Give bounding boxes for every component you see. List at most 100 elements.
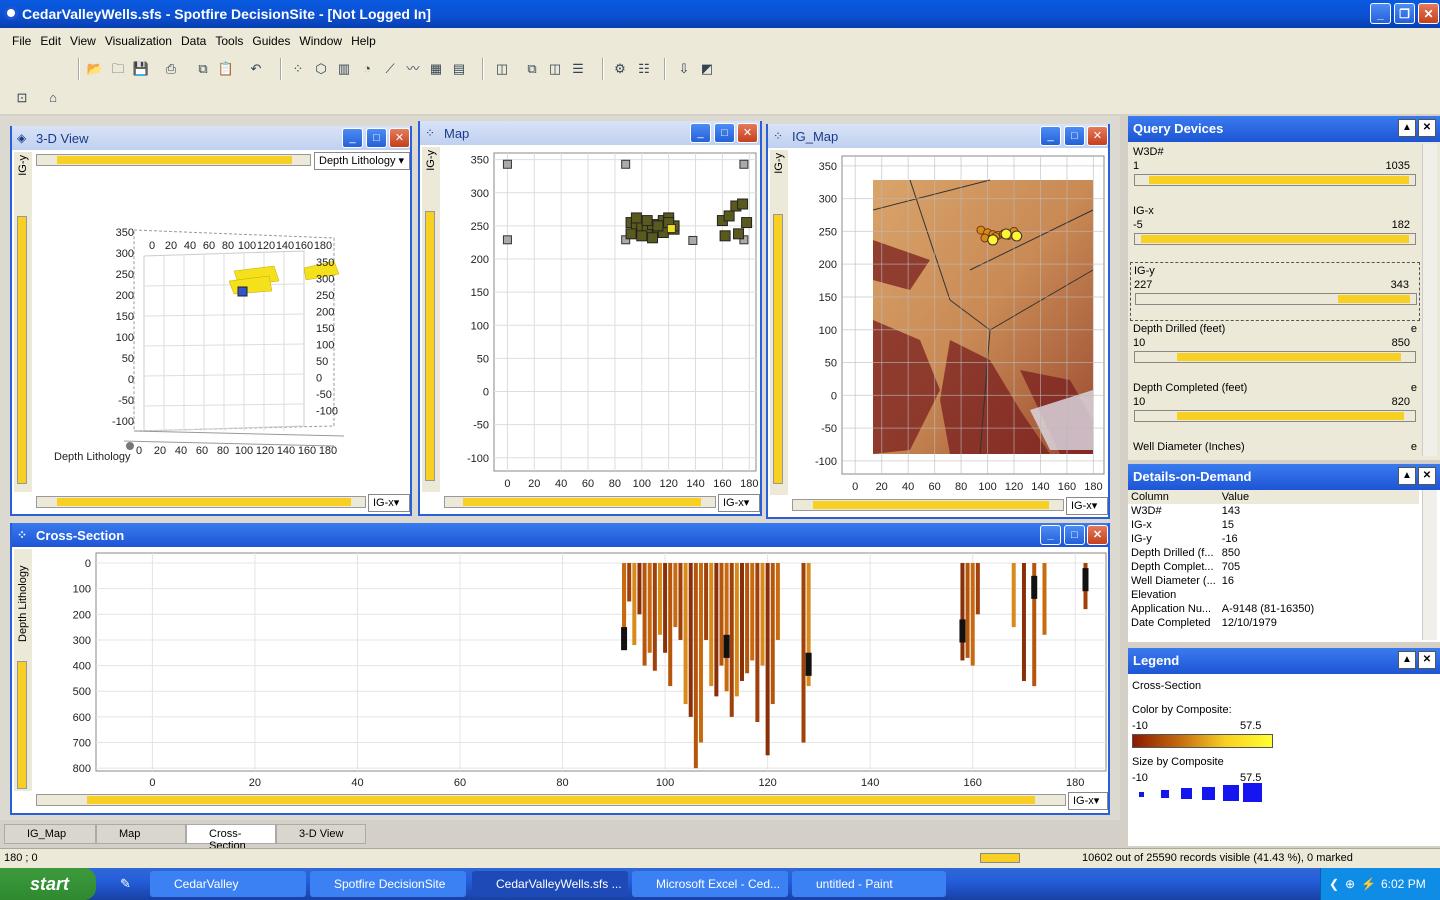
cross-well-column[interactable] [801,563,806,743]
cross-well-column[interactable] [714,563,719,697]
cross-well-column[interactable] [975,563,980,615]
cross-well-column[interactable] [965,563,970,658]
layout-icon[interactable]: ◫ [492,59,512,79]
table-icon[interactable]: ▤ [449,59,469,79]
map-well-point[interactable] [636,230,648,242]
cross-well-column[interactable] [627,563,632,602]
ig-map-x-axis-dropdown[interactable]: IG-x▾ [1066,497,1108,515]
cross-well-column[interactable] [637,563,642,615]
details-close-button[interactable]: ✕ [1418,467,1436,485]
query-range-slider[interactable] [1134,174,1416,186]
guide-icon[interactable]: ⊡ [12,88,32,108]
minimize-button[interactable]: _ [1370,3,1391,24]
3d-rotation-handle[interactable] [126,442,134,450]
cross-well-column[interactable] [775,563,780,640]
tab-ig-map[interactable]: IG_Map [4,824,96,844]
cross-well-column[interactable] [698,563,703,743]
map-well-point[interactable] [502,159,512,169]
home-icon[interactable]: ⌂ [43,88,63,108]
map-plot-area[interactable]: 350 300 250 200 150 100 50 0 -50 -100 0 20 40 60 80 100… [442,147,760,493]
tab-cross-section[interactable]: Cross-Section [186,824,276,852]
cross-well-column[interactable] [745,563,750,674]
tab-map[interactable]: Map [96,824,186,844]
cross-well-column[interactable] [760,563,765,666]
task-cedarvalleywells[interactable]: CedarValleyWells.sfs ... [472,871,628,897]
cross-well-column[interactable] [652,563,657,671]
cross-well-column[interactable] [632,563,637,646]
ig-map-y-axis-label[interactable]: IG-y [770,150,788,177]
task-spotfire[interactable]: Spotfire DecisionSite [310,871,466,897]
cross-well-column[interactable] [642,563,647,666]
scatter-plot-icon[interactable]: ⁘ [288,59,308,79]
open-icon[interactable]: 📂 [85,59,105,79]
details-row[interactable]: Depth Drilled (f... 850 [1128,546,1419,560]
ig-map-maximize-button[interactable]: □ [1064,126,1085,146]
3d-maximize-button[interactable]: □ [366,128,387,148]
map-well-point[interactable] [502,235,512,245]
tab-3d-view[interactable]: 3-D View [276,824,366,844]
details-row[interactable]: Depth Complet... 705 [1128,560,1419,574]
network-icon[interactable]: ⊕ [1345,868,1355,900]
cross-x-axis-dropdown[interactable]: IG-x▾ [1068,792,1108,810]
properties-icon[interactable]: ⚙ [610,59,630,79]
map-close-button[interactable]: ✕ [737,123,758,143]
3d-x-slider[interactable] [36,496,366,508]
cross-y-slider[interactable] [17,661,27,789]
cross-y-axis-label[interactable]: Depth Lithology [14,549,32,645]
tool-icon[interactable]: ◩ [697,59,717,79]
cross-well-column[interactable] [688,563,693,717]
menu-guides[interactable]: Guides [252,34,290,48]
cross-well-column[interactable] [755,563,760,723]
map-well-point[interactable] [630,212,642,224]
map-y-axis-label[interactable]: IG-y [422,147,440,174]
details-row[interactable]: Elevation [1128,588,1419,602]
ig-map-plot-area[interactable]: 350 300 250 200 150 100 50 0 -50 -100 0 20 40 60 80 100… [790,150,1108,496]
cross-minimize-button[interactable]: _ [1040,525,1061,545]
close-button[interactable]: ✕ [1418,3,1439,24]
cross-well-column[interactable] [1021,563,1026,681]
list-icon[interactable]: ☷ [634,59,654,79]
cross-selected-segment[interactable] [959,619,966,643]
tray-arrow-icon[interactable]: ❮ [1329,868,1339,900]
cross-selected-segment[interactable] [805,652,812,676]
cross-selected-segment[interactable] [1082,568,1089,592]
paste-icon[interactable]: 📋 [216,59,236,79]
tile-horizontal-icon[interactable]: ☰ [568,59,588,79]
cross-x-slider[interactable] [36,794,1066,806]
bar-chart-icon[interactable]: ▥ [334,59,354,79]
menu-help[interactable]: Help [351,34,376,48]
cross-well-column[interactable] [1011,563,1016,628]
undo-icon[interactable]: ↶ [246,59,266,79]
query-devices-scrollbar[interactable] [1422,144,1437,456]
map-well-point[interactable] [652,220,664,232]
query-range-slider[interactable] [1135,293,1417,305]
details-row[interactable]: IG-x 15 [1128,518,1419,532]
menu-visualization[interactable]: Visualization [105,34,172,48]
cross-well-column[interactable] [693,563,698,769]
map-well-point[interactable] [739,159,749,169]
cascade-icon[interactable]: ⧉ [522,59,542,79]
cross-well-column[interactable] [729,563,734,717]
details-row[interactable]: Application Nu... A-9148 (81-16350) [1128,602,1419,616]
3d-y-slider[interactable] [17,216,27,484]
save-icon[interactable]: 💾 [131,59,151,79]
map-well-point[interactable] [719,230,731,242]
menu-edit[interactable]: Edit [40,34,61,48]
map-well-point[interactable] [723,210,735,222]
query-range-slider[interactable] [1134,351,1416,363]
map-selected-point[interactable] [666,224,676,234]
cross-well-column[interactable] [739,563,744,681]
menu-data[interactable]: Data [181,34,206,48]
query-range-slider[interactable] [1134,233,1416,245]
details-value-header[interactable]: Value [1219,490,1419,504]
cross-well-column[interactable] [765,563,770,756]
menu-file[interactable]: File [12,34,31,48]
pie-chart-icon[interactable]: ◔ [357,59,377,79]
ig-map-selected-point[interactable] [1011,230,1023,242]
cross-well-column[interactable] [970,563,975,666]
map-y-slider[interactable] [425,211,435,481]
start-button[interactable]: start [0,868,96,900]
open-db-icon[interactable]: 🗀 [108,59,128,79]
map-well-point[interactable] [741,217,753,229]
map-x-axis-dropdown[interactable]: IG-x▾ [718,494,760,512]
